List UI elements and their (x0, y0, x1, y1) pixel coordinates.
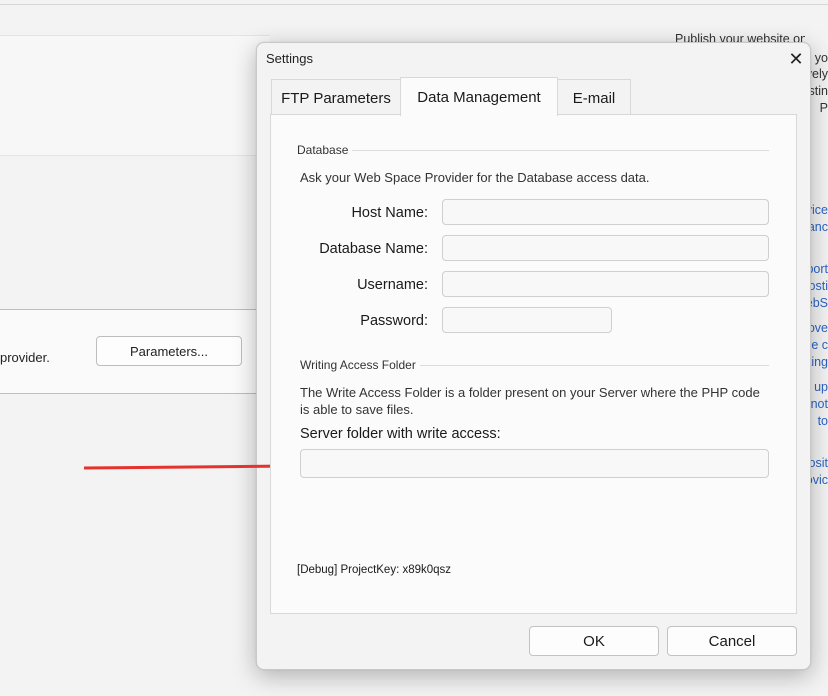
database-name-input[interactable] (442, 235, 769, 261)
host-name-label: Host Name: (351, 205, 428, 221)
right-strip-text: P (819, 101, 828, 115)
ok-button[interactable]: OK (529, 626, 659, 656)
host-name-input[interactable] (442, 199, 769, 225)
right-strip-text: stin (808, 84, 828, 98)
tab-data-management[interactable]: Data Management (400, 77, 558, 116)
parameters-button[interactable]: Parameters... (96, 336, 242, 366)
right-strip-link[interactable]: not (811, 396, 828, 412)
settings-dialog: Settings ✕ FTP Parameters Data Managemen… (256, 42, 811, 670)
right-strip-link[interactable]: osit (809, 455, 828, 471)
database-hint: Ask your Web Space Provider for the Data… (300, 170, 650, 185)
data-management-panel: Database Ask your Web Space Provider for… (270, 114, 797, 614)
username-label: Username: (357, 277, 428, 293)
username-input[interactable] (442, 271, 769, 297)
database-group-divider (297, 150, 769, 151)
tab-ftp-parameters[interactable]: FTP Parameters (271, 79, 401, 116)
right-strip-link[interactable]: to (818, 413, 828, 429)
close-icon[interactable]: ✕ (782, 46, 810, 72)
database-name-label: Database Name: (319, 241, 428, 257)
writing-access-group-legend: Writing Access Folder (300, 358, 420, 372)
right-strip-link[interactable]: osti (809, 278, 828, 294)
right-strip-link[interactable]: up (814, 379, 828, 395)
password-label: Password: (360, 313, 428, 329)
debug-project-key: [Debug] ProjectKey: x89k0qsz (297, 564, 452, 576)
server-folder-input[interactable] (300, 449, 769, 478)
password-input[interactable] (442, 307, 612, 333)
background-panel (0, 35, 270, 156)
provider-text: provider. (0, 350, 50, 365)
dialog-title: Settings (266, 51, 313, 66)
top-divider (0, 4, 828, 5)
cancel-button[interactable]: Cancel (667, 626, 797, 656)
server-folder-label: Server folder with write access: (300, 426, 501, 442)
tab-email[interactable]: E-mail (557, 79, 631, 116)
writing-access-hint: The Write Access Folder is a folder pres… (300, 385, 760, 417)
database-group-legend: Database (297, 143, 353, 157)
